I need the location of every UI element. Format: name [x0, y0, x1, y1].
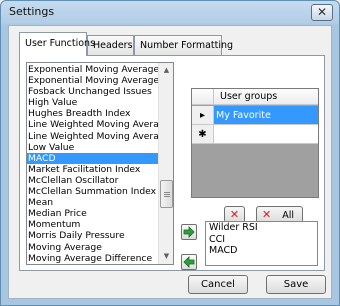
functions-scrollbar[interactable]: ▲ ▼ [158, 63, 173, 264]
window-title: Settings [9, 5, 55, 18]
close-button[interactable]: ✕ [311, 4, 333, 21]
function-list-item[interactable]: Market Facilitation Index [27, 164, 158, 175]
user-groups-column-header[interactable]: User groups [220, 91, 277, 102]
function-list-item[interactable]: Moving Average [27, 242, 158, 253]
delete-all-label: All [282, 210, 295, 221]
delete-all-icon: ✕ [262, 208, 272, 221]
user-groups-grid[interactable]: User groups ▸ My Favorite ✱ [191, 88, 319, 198]
function-list-item[interactable]: Momentum [27, 219, 158, 230]
add-function-button[interactable] [181, 224, 197, 240]
scroll-thumb[interactable] [160, 180, 173, 208]
function-list-item[interactable]: MACD [27, 152, 158, 164]
remove-function-button[interactable] [181, 254, 197, 270]
user-functions-panel: Exponential Moving Average (Exponential … [19, 55, 325, 271]
dialog-client-area: User Functions Headers Number Formatting… [8, 25, 332, 299]
function-list-item[interactable]: Line Weighted Moving Averag [27, 119, 158, 130]
function-list-item[interactable]: Exponential Moving Average ( [27, 75, 158, 86]
list-item[interactable]: Wilder RSI [206, 222, 317, 234]
tab-user-functions[interactable]: User Functions [19, 32, 95, 56]
function-list-item[interactable]: McClellan Oscillator [27, 175, 158, 186]
cancel-button[interactable]: Cancel [188, 275, 248, 294]
functions-list[interactable]: Exponential Moving Average (Exponential … [26, 62, 174, 265]
list-item[interactable]: MACD [206, 245, 317, 257]
function-list-item[interactable]: Line Weighted Moving Averag [27, 131, 158, 142]
grid-header: User groups [192, 89, 318, 105]
scroll-down-icon[interactable]: ▼ [159, 249, 173, 264]
function-list-item[interactable]: Exponential Moving Average ( [27, 64, 158, 75]
tab-label: Headers [93, 40, 133, 51]
grid-cell-new[interactable] [214, 125, 318, 144]
arrow-right-icon [183, 226, 195, 238]
function-list-item[interactable]: McClellan Summation Index [27, 186, 158, 197]
tab-label: User Functions [25, 38, 96, 49]
title-bar[interactable]: Settings ✕ [1, 1, 339, 25]
function-list-item[interactable]: Hughes Breadth Index [27, 108, 158, 119]
function-list-item[interactable]: Morris Daily Pressure [27, 230, 158, 241]
scroll-up-icon[interactable]: ▲ [159, 63, 173, 78]
settings-window: Settings ✕ User Functions Headers Number… [0, 0, 340, 306]
group-functions-list[interactable]: Wilder RSI CCI MACD [205, 221, 318, 266]
function-list-item[interactable]: Fosback Unchanged Issues [27, 86, 158, 97]
list-item[interactable]: CCI [206, 234, 317, 246]
grid-cell-group[interactable]: My Favorite [214, 106, 318, 125]
tab-label: Number Formatting [140, 40, 234, 51]
function-list-item[interactable]: Mean [27, 197, 158, 208]
close-icon: ✕ [316, 5, 328, 19]
function-list-item[interactable]: Low Value [27, 142, 158, 153]
function-list-item[interactable]: High Value [27, 97, 158, 108]
grid-row[interactable]: ▸ My Favorite [192, 106, 318, 125]
tab-number-formatting[interactable]: Number Formatting [134, 35, 233, 55]
grid-new-row[interactable]: ✱ [192, 125, 318, 144]
grid-corner [192, 89, 214, 105]
function-list-item[interactable]: Moving Average Difference [27, 253, 158, 264]
new-row-indicator-icon: ✱ [192, 125, 214, 144]
delete-icon: ✕ [229, 208, 240, 221]
function-list-item[interactable]: Median Price [27, 208, 158, 219]
arrow-left-icon [183, 256, 195, 268]
save-button[interactable]: Save [266, 275, 326, 294]
current-row-indicator-icon: ▸ [192, 106, 214, 125]
